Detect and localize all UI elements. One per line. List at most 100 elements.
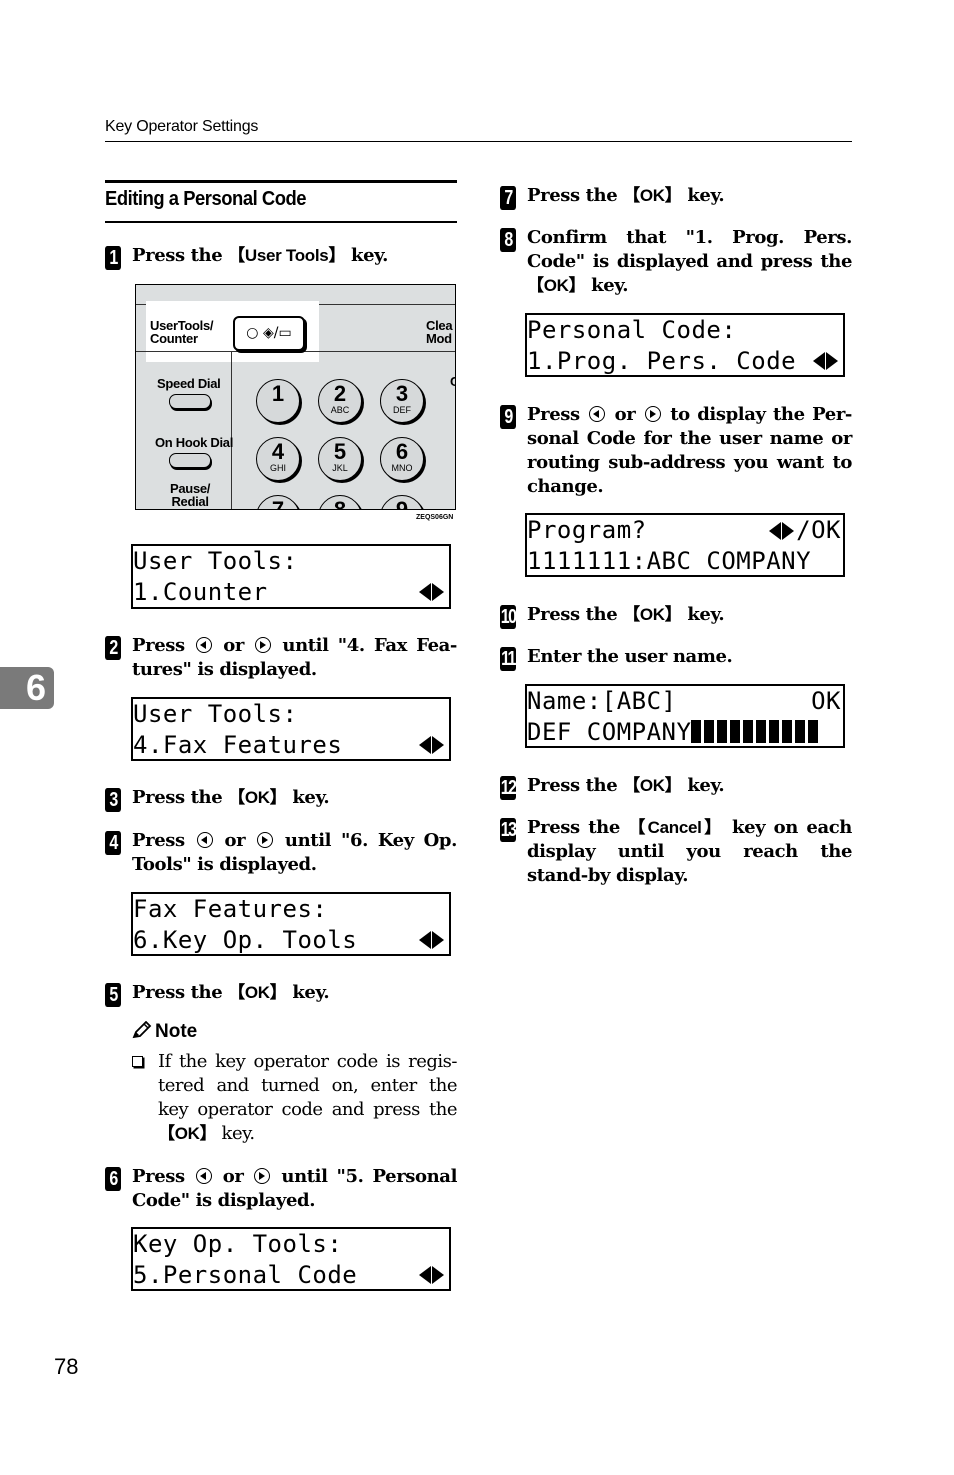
keypad-key-7[interactable]: 7 <box>256 495 300 509</box>
step-number: 1 <box>105 246 121 270</box>
left-arrow-key-icon <box>196 832 213 848</box>
ok-key-label: 【OK】 <box>158 1124 217 1144</box>
page-number: 78 <box>54 1354 79 1379</box>
bracket-close: 】 <box>664 186 682 206</box>
step-13: 13 Press the 【Cancel】 key on each displa… <box>500 816 852 888</box>
step-text: key. <box>286 982 330 1003</box>
key-name: User Tools <box>244 246 329 265</box>
lcd-ok-tag: OK <box>811 687 841 715</box>
key-name: OK <box>543 276 569 295</box>
section-rule-bottom <box>105 221 457 223</box>
keypad-key-1[interactable]: 1 <box>256 379 300 423</box>
step-text: Enter the user name. <box>527 646 733 667</box>
empty-cell <box>782 720 793 743</box>
right-arrow-key-icon <box>644 406 661 422</box>
bracket-open: 【 <box>527 276 544 296</box>
lcd-text: Program? <box>527 516 647 544</box>
step-number: 10 <box>500 605 517 629</box>
left-arrow-key-icon <box>589 406 606 422</box>
keypad-key-4[interactable]: 4 GHI <box>256 437 300 481</box>
right-arrow-key-icon <box>255 637 272 653</box>
label-line: Counter <box>150 331 198 346</box>
step-12: 12 Press the 【OK】 key. <box>500 774 852 800</box>
empty-cell <box>717 720 728 743</box>
lcd-line-1: Program? /OK <box>527 515 843 546</box>
bracket-open: 【 <box>228 788 245 808</box>
lcd-line-2: 5.Personal Code <box>133 1260 449 1289</box>
step-11: 11 Enter the user name. <box>500 645 852 671</box>
step-text: Press the <box>132 982 229 1003</box>
lcd-line-2: 1.Prog. Pers. Code <box>527 346 843 375</box>
key-name: OK <box>244 788 270 807</box>
step-text: Press <box>527 404 588 425</box>
keypad-key-5[interactable]: 5 JKL <box>318 437 362 481</box>
bracket-close: 】 <box>269 788 287 808</box>
lcd-text: 5.Personal Code <box>133 1261 358 1289</box>
ok-key-label: 【OK】 <box>228 788 287 808</box>
user-tools-key-icon: ○ ◈/▭ <box>246 325 292 341</box>
bracket-close: 】 <box>664 605 682 625</box>
key-digit: 6 <box>395 439 409 464</box>
user-tools-counter-label: UserTools/Counter <box>150 319 214 346</box>
key-digit: 9 <box>395 497 409 510</box>
empty-cell <box>704 720 715 743</box>
lcd-display-name-entry: Name:[ABC] OK DEF COMPANY <box>525 684 845 748</box>
control-panel-illustration: UserTools/Counter ○ ◈/▭ CleaMod C Speed … <box>135 284 456 510</box>
keypad-key-2[interactable]: 2 ABC <box>318 379 362 423</box>
lcd-line-2: 1111111:ABC COMPANY <box>527 547 812 575</box>
ok-key-label: 【OK】 <box>623 186 682 206</box>
lcd-line-2: 4.Fax Features <box>133 730 449 759</box>
on-hook-dial-key[interactable] <box>169 453 211 468</box>
keypad-key-3[interactable]: 3 DEF <box>380 379 424 423</box>
lcd-line-1: Name:[ABC] OK <box>527 686 843 717</box>
user-tools-counter-key[interactable]: ○ ◈/▭ <box>233 316 305 351</box>
lcd-line-1: Personal Code: <box>527 316 737 344</box>
lcd-line-2: 6.Key Op. Tools <box>133 925 449 954</box>
lcd-text: DEF COMPANY <box>527 718 692 746</box>
checkbox-bullet-icon <box>132 1056 143 1067</box>
key-digit: 8 <box>333 497 347 510</box>
chapter-tab[interactable]: 6 <box>0 667 54 709</box>
step-4: 4 Press or until "6. Key Op. Tools" is d… <box>105 829 457 877</box>
lcd-text: /OK <box>796 516 841 544</box>
lcd-text: 6.Key Op. Tools <box>133 926 358 954</box>
bracket-close: 】 <box>701 818 724 838</box>
bracket-open: 【 <box>623 776 640 796</box>
step-5: 5 Press the 【OK】 key. <box>105 981 457 1007</box>
key-name: OK <box>639 186 665 205</box>
note-text: If the key operator code is regis-tered … <box>158 1051 458 1120</box>
key-name: OK <box>639 776 665 795</box>
key-name: OK <box>174 1124 200 1143</box>
key-letters: JKL <box>332 463 348 473</box>
step-number: 4 <box>105 831 121 855</box>
empty-cell <box>769 720 780 743</box>
step-number: 2 <box>105 636 121 660</box>
bracket-open: 【 <box>623 605 640 625</box>
key-letters: GHI <box>269 463 286 473</box>
step-text: Press <box>132 1166 194 1187</box>
bracket-open: 【 <box>228 983 245 1003</box>
step-7: 7 Press the 【OK】 key. <box>500 184 852 210</box>
lcd-display-prog-pers-code: Personal Code: 1.Prog. Pers. Code <box>525 313 845 377</box>
step-number: 9 <box>500 405 516 429</box>
keypad-key-9[interactable]: 9 <box>380 495 424 510</box>
speed-dial-label: Speed Dial <box>157 376 221 391</box>
bracket-close: 】 <box>328 246 346 266</box>
keypad-key-6[interactable]: 6 MNO <box>380 437 424 481</box>
ok-key-label: 【OK】 <box>623 605 682 625</box>
right-arrow-key-icon <box>254 1168 271 1184</box>
empty-cell <box>756 720 767 743</box>
bracket-close: 】 <box>269 983 287 1003</box>
step-number: 5 <box>105 983 121 1007</box>
left-right-arrows-icon <box>768 521 796 541</box>
lcd-text: Name:[ABC] <box>527 687 677 715</box>
step-text: Press the <box>527 817 629 838</box>
ok-key-label: 【OK】 <box>527 276 586 296</box>
speed-dial-key[interactable] <box>169 394 211 409</box>
left-right-arrows-icon <box>418 582 446 602</box>
lcd-display-user-tools-counter: User Tools: 1.Counter <box>131 544 451 609</box>
empty-cell <box>691 720 702 743</box>
keypad-key-8[interactable]: 8 <box>318 495 362 510</box>
empty-cell <box>808 720 819 743</box>
step-text: or <box>214 830 256 851</box>
